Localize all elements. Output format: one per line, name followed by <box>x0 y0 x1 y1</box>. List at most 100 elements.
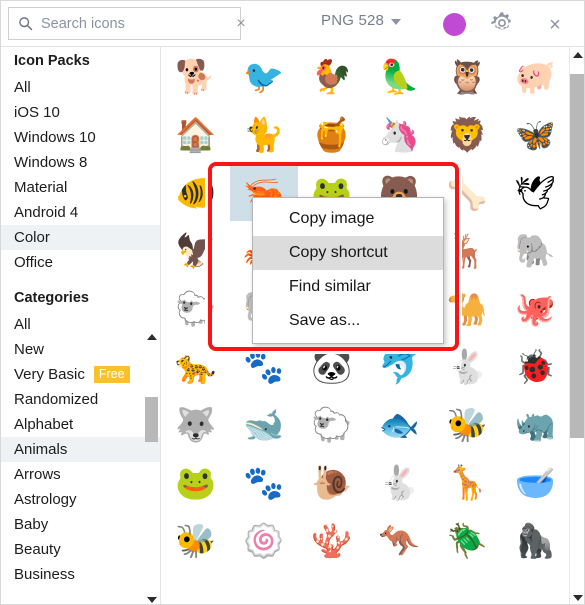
icon-cell-owl-icon[interactable]: 🦉 <box>433 47 501 105</box>
butterfly-icon: 🦋 <box>514 115 556 153</box>
icon-cell-panda-icon[interactable]: 🐼 <box>298 337 366 395</box>
icon-cell-doghouse-icon[interactable]: 🏠 <box>162 105 230 163</box>
icon-cell-butterfly-icon[interactable]: 🦋 <box>501 105 569 163</box>
context-menu[interactable]: Copy image Copy shortcut Find similar Save … <box>252 197 444 344</box>
sidebar-item-label: Material <box>14 179 68 196</box>
sidebar: Icon Packs All iOS 10 Windows 10 Windows 8 M… <box>1 47 161 604</box>
icon-cell-parrot-icon[interactable]: 🦜 <box>366 47 434 105</box>
format-size-dropdown[interactable]: PNG 528 <box>321 12 402 29</box>
icon-cell-beehive-icon[interactable]: 🍯 <box>298 105 366 163</box>
sidebar-scrollbar[interactable] <box>145 330 158 604</box>
icon-cell-unicorn-icon[interactable]: 🦄 <box>366 105 434 163</box>
sidebar-item-new[interactable]: New <box>1 337 160 362</box>
beetle-icon: 🪲 <box>446 521 488 559</box>
context-menu-item-save-as[interactable]: Save as... <box>253 304 443 338</box>
icon-cell-hummingbird-icon[interactable]: 🕊 <box>501 163 569 221</box>
sidebar-item-windows-8[interactable]: Windows 8 <box>1 150 160 175</box>
icon-cell-rhinoceros-icon[interactable]: 🦏 <box>501 395 569 453</box>
snail-icon: 🐌 <box>311 463 353 501</box>
icon-cell-pig-icon[interactable]: 🐖 <box>501 47 569 105</box>
close-icon: × <box>549 13 561 36</box>
context-menu-item-copy-shortcut[interactable]: Copy shortcut <box>253 236 443 270</box>
icon-cell-rabbit-icon[interactable]: 🐇 <box>433 337 501 395</box>
icon-cell-bee-icon[interactable]: 🐝 <box>433 395 501 453</box>
icon-cell-songbird-icon[interactable]: 🐦 <box>230 47 298 105</box>
icon-cell-bee-2-icon[interactable]: 🐝 <box>162 511 230 569</box>
icon-cell-dog-icon[interactable]: 🐕 <box>162 47 230 105</box>
search-icon <box>18 16 33 31</box>
sidebar-item-windows-10[interactable]: Windows 10 <box>1 125 160 150</box>
icon-cell-snail-icon[interactable]: 🐌 <box>298 453 366 511</box>
color-swatch-icon[interactable] <box>443 13 466 36</box>
context-menu-item-find-similar[interactable]: Find similar <box>253 270 443 304</box>
wolf-icon: 🐺 <box>175 405 217 443</box>
icon-cell-lion-icon[interactable]: 🦁 <box>433 105 501 163</box>
sidebar-item-ios-10[interactable]: iOS 10 <box>1 100 160 125</box>
icon-cell-leopard-icon[interactable]: 🐆 <box>162 337 230 395</box>
main-scroll-down-button[interactable] <box>570 590 584 604</box>
icon-cell-ladybug-icon[interactable]: 🐞 <box>501 337 569 395</box>
search-input[interactable] <box>41 15 228 32</box>
window-close-button[interactable]: × <box>542 12 568 38</box>
search-clear-icon[interactable]: × <box>228 8 254 39</box>
icon-cell-kangaroo-icon[interactable]: 🦘 <box>366 511 434 569</box>
sidebar-item-business[interactable]: Business <box>1 562 160 587</box>
main-scroll-thumb[interactable] <box>570 74 584 438</box>
icon-cell-dolphin-icon[interactable]: 🐬 <box>366 337 434 395</box>
sidebar-item-all[interactable]: All <box>1 312 160 337</box>
icon-cell-paw-print-2-icon[interactable]: 🐾 <box>230 453 298 511</box>
app-header: × PNG 528 × <box>1 1 584 47</box>
sidebar-item-office[interactable]: Office <box>1 250 160 275</box>
free-badge: Free <box>93 366 130 383</box>
sidebar-item-all[interactable]: All <box>1 75 160 100</box>
icon-cell-sheep-icon[interactable]: 🐑 <box>162 279 230 337</box>
sidebar-item-animals[interactable]: Animals <box>1 437 160 462</box>
sidebar-item-arrows[interactable]: Arrows <box>1 462 160 487</box>
icon-cell-pet-bowl-icon[interactable]: 🥣 <box>501 453 569 511</box>
icon-cell-green-frog-icon[interactable]: 🐸 <box>162 453 230 511</box>
bee-icon: 🐝 <box>446 405 488 443</box>
icon-cell-giraffe-icon[interactable]: 🦒 <box>433 453 501 511</box>
sidebar-item-very-basic[interactable]: Very Basic Free <box>1 362 160 387</box>
icon-cell-eagle-icon[interactable]: 🦅 <box>162 221 230 279</box>
sidebar-item-label: All <box>14 79 31 96</box>
icon-cell-tropical-fish-icon[interactable]: 🐠 <box>162 163 230 221</box>
sidebar-item-material[interactable]: Material <box>1 175 160 200</box>
icon-cell-seahorse-icon[interactable]: 🪸 <box>298 511 366 569</box>
icon-cell-octopus-icon[interactable]: 🐙 <box>501 279 569 337</box>
sidebar-item-label: Astrology <box>14 491 77 508</box>
icon-cell-beetle-icon[interactable]: 🪲 <box>433 511 501 569</box>
sidebar-scroll-up-button[interactable] <box>145 330 158 343</box>
icon-cell-chicken-icon[interactable]: 🐓 <box>298 47 366 105</box>
sidebar-divider <box>1 275 160 284</box>
context-menu-item-copy-image[interactable]: Copy image <box>253 202 443 236</box>
settings-gear-button[interactable] <box>488 11 516 39</box>
whale-icon: 🐋 <box>243 405 285 443</box>
search-box[interactable]: × <box>8 7 246 40</box>
triangle-up-icon <box>146 333 157 340</box>
ladybug-icon: 🐞 <box>514 347 556 385</box>
icon-cell-paw-print-icon[interactable]: 🐾 <box>230 337 298 395</box>
sidebar-item-alphabet[interactable]: Alphabet <box>1 412 160 437</box>
sidebar-item-astrology[interactable]: Astrology <box>1 487 160 512</box>
sidebar-scroll-thumb[interactable] <box>145 397 158 442</box>
icon-cell-whale-icon[interactable]: 🐋 <box>230 395 298 453</box>
sidebar-item-baby[interactable]: Baby <box>1 512 160 537</box>
sidebar-item-label: New <box>14 341 45 358</box>
icon-cell-elephant-icon[interactable]: 🐘 <box>501 221 569 279</box>
sidebar-item-beauty[interactable]: Beauty <box>1 537 160 562</box>
icon-cell-gorilla-icon[interactable]: 🦍 <box>501 511 569 569</box>
icon-cell-fishbowl-icon[interactable]: 🍥 <box>230 511 298 569</box>
icon-cell-fish-icon[interactable]: 🐟 <box>366 395 434 453</box>
icon-cell-black-cat-icon[interactable]: 🐈 <box>230 105 298 163</box>
main-scroll-up-button[interactable] <box>570 47 584 63</box>
icon-cell-sheep-face-icon[interactable]: 🐑 <box>298 395 366 453</box>
icon-cell-running-rabbit-icon[interactable]: 🐇 <box>366 453 434 511</box>
sidebar-item-android-4[interactable]: Android 4 <box>1 200 160 225</box>
sidebar-scroll-down-button[interactable] <box>145 593 158 604</box>
main-scrollbar[interactable] <box>569 47 584 604</box>
icon-cell-wolf-icon[interactable]: 🐺 <box>162 395 230 453</box>
sidebar-item-color[interactable]: Color <box>1 225 160 250</box>
sidebar-item-randomized[interactable]: Randomized <box>1 387 160 412</box>
green-frog-icon: 🐸 <box>175 463 217 501</box>
